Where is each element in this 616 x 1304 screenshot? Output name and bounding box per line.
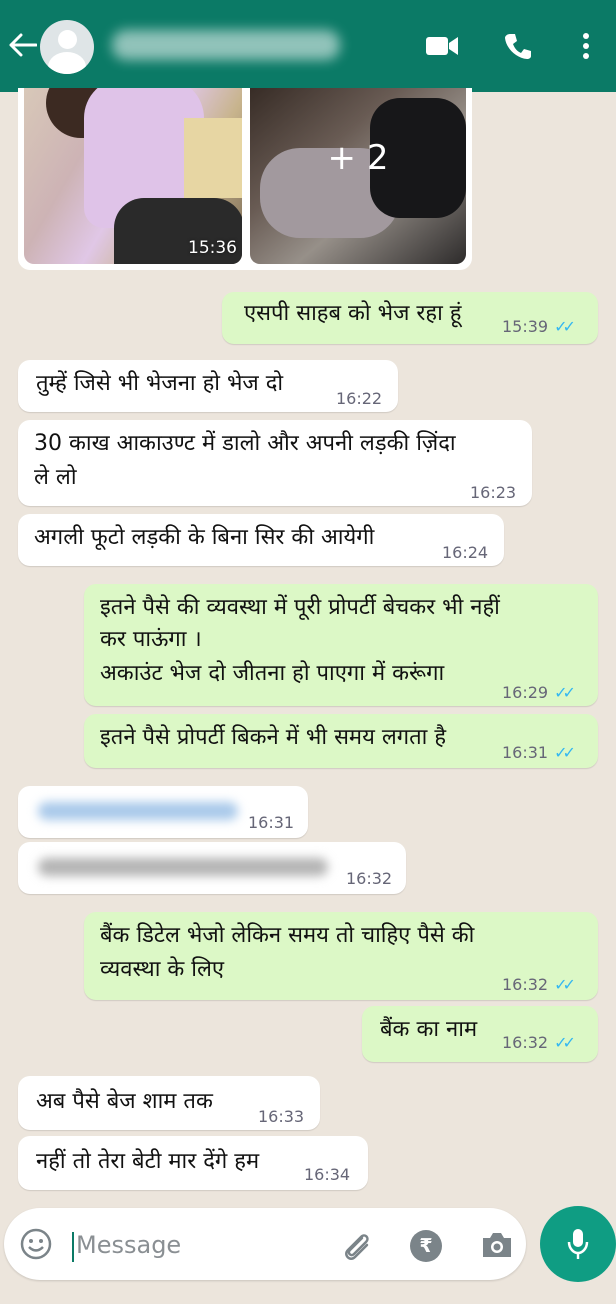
emoji-icon[interactable] (20, 1228, 52, 1260)
message-incoming[interactable]: अगली फूटो लड़की के बिना सिर की आयेगी 16:… (18, 514, 504, 566)
video-call-icon[interactable] (424, 30, 460, 62)
message-text: तुम्हें जिसे भी भेजना हो भेज दो (36, 371, 284, 396)
message-time: 16:29 (502, 683, 549, 702)
message-text: अगली फूटो लड़की के बिना सिर की आयेगी (34, 525, 375, 550)
message-outgoing[interactable]: बैंक का नाम 16:32 ✓✓ (362, 1006, 598, 1062)
message-text: व्यवस्था के लिए (100, 957, 225, 982)
payment-icon[interactable]: ₹ (410, 1230, 442, 1262)
message-time: 16:24 (442, 543, 489, 562)
redacted-text (38, 858, 328, 876)
chat-header (0, 0, 616, 92)
message-text: एसपी साहब को भेज रहा हूं (244, 301, 462, 326)
photo-thumbnail-2[interactable]: + 2 (250, 88, 466, 264)
message-time: 16:22 (336, 389, 383, 408)
message-time: 16:34 (304, 1165, 351, 1184)
read-ticks-icon: ✓✓ (554, 743, 576, 762)
read-ticks-icon: ✓✓ (554, 683, 576, 702)
message-text: इतने पैसे प्रोपर्टी बिकने में भी समय लगत… (100, 725, 447, 750)
message-outgoing[interactable]: इतने पैसे की व्यवस्था में पूरी प्रोपर्टी… (84, 584, 598, 706)
camera-icon[interactable] (480, 1230, 514, 1260)
read-ticks-icon: ✓✓ (554, 317, 576, 336)
message-outgoing[interactable]: बैंक डिटेल भेजो लेकिन समय तो चाहिए पैसे … (84, 912, 598, 1000)
attach-icon[interactable] (340, 1230, 374, 1264)
back-arrow-icon[interactable] (8, 28, 38, 62)
voice-call-icon[interactable] (500, 30, 536, 62)
message-time: 15:39 (502, 317, 549, 336)
read-ticks-icon: ✓✓ (554, 1033, 576, 1052)
message-incoming[interactable]: तुम्हें जिसे भी भेजना हो भेज दो 16:22 (18, 360, 398, 412)
message-time: 16:23 (470, 483, 517, 502)
message-time: 16:31 (248, 813, 295, 832)
message-time: 16:31 (502, 743, 549, 762)
message-text: इतने पैसे की व्यवस्था में पूरी प्रोपर्टी… (100, 595, 500, 620)
message-text: अब पैसे बेज शाम तक (36, 1089, 213, 1114)
message-time: 16:32 (502, 975, 549, 994)
message-incoming-redacted[interactable]: 16:32 (18, 842, 406, 894)
mic-button[interactable] (540, 1206, 616, 1282)
message-incoming[interactable]: अब पैसे बेज शाम तक 16:33 (18, 1076, 320, 1130)
message-outgoing[interactable]: एसपी साहब को भेज रहा हूं 15:39 ✓✓ (222, 292, 598, 344)
message-time: 16:32 (502, 1033, 549, 1052)
message-time: 16:33 (258, 1107, 305, 1126)
more-media-count: + 2 (327, 138, 389, 178)
message-outgoing[interactable]: इतने पैसे प्रोपर्टी बिकने में भी समय लगत… (84, 714, 598, 768)
redacted-text (38, 802, 238, 820)
message-composer: ₹ (4, 1208, 526, 1280)
message-text: अकाउंट भेज दो जीतना हो पाएगा में करूंगा (100, 661, 445, 686)
message-incoming-redacted[interactable]: 16:31 (18, 786, 308, 838)
message-input[interactable] (74, 1226, 328, 1264)
more-options-icon[interactable] (568, 30, 604, 62)
media-group-bubble[interactable]: 15:36 + 2 (18, 88, 472, 270)
avatar[interactable] (40, 20, 94, 74)
message-time: 16:32 (346, 869, 393, 888)
message-text: बैंक का नाम (380, 1017, 478, 1042)
message-text: नहीं तो तेरा बेटी मार देंगे हम (36, 1149, 260, 1174)
contact-name[interactable] (112, 30, 340, 60)
message-text: बैंक डिटेल भेजो लेकिन समय तो चाहिए पैसे … (100, 923, 475, 948)
read-ticks-icon: ✓✓ (554, 975, 576, 994)
message-incoming[interactable]: 30 काख आकाउण्ट में डालो और अपनी लड़की ज़… (18, 420, 532, 506)
message-text: 30 काख आकाउण्ट में डालो और अपनी लड़की ज़… (34, 431, 456, 456)
photo-thumbnail-1[interactable]: 15:36 (24, 88, 242, 264)
media-time: 15:36 (188, 238, 237, 258)
message-incoming[interactable]: नहीं तो तेरा बेटी मार देंगे हम 16:34 (18, 1136, 368, 1190)
mic-icon (567, 1229, 589, 1259)
message-text: ले लो (34, 465, 77, 490)
message-text: कर पाऊंगा । (100, 627, 202, 652)
